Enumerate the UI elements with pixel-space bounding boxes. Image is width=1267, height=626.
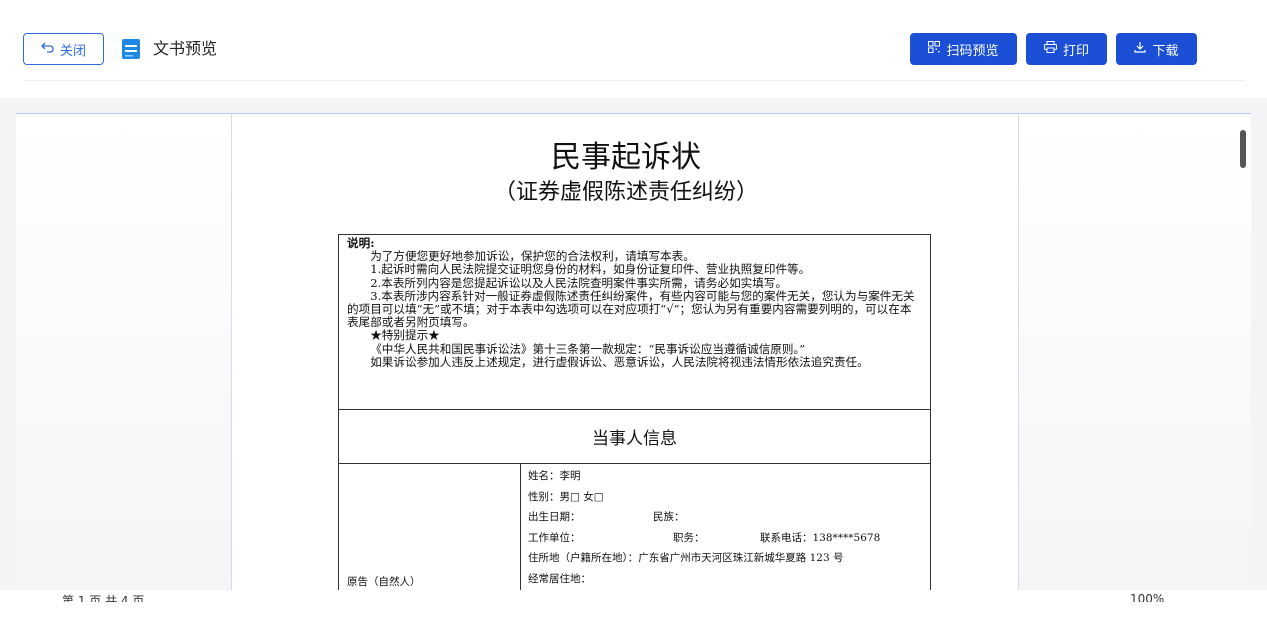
plaintiff-name: 姓名：李明 — [528, 470, 581, 482]
plaintiff-employer: 工作单位： — [528, 531, 581, 544]
close-button-label: 关闭 — [59, 43, 86, 59]
qr-code-icon — [928, 41, 941, 57]
special-notice-heading: ★特别提示★ — [370, 328, 440, 343]
top-toolbar: 关闭 文书预览 扫码预览 打印 下载 — [0, 0, 1267, 98]
vertical-scrollbar-thumb[interactable] — [1240, 130, 1246, 168]
note-line: 《中华人民共和国民事诉讼法》第十三条第一款规定：“民事诉讼应当遵循诚信原则。” — [370, 341, 806, 356]
page-title: 文书预览 — [153, 39, 218, 58]
document-page: 民事起诉状 （证券虚假陈述责任纠纷） 说明: 为了方便您更好地参加诉讼，保护您的… — [231, 114, 1019, 602]
download-label: 下载 — [1152, 43, 1179, 59]
note-line: 1.起诉时需向人民法院提交证明您身份的材料，如身份证复印件、营业执照复印件等。 — [370, 262, 811, 277]
note-line: 2.本表所列内容是您提起诉讼以及人民法院查明案件事实所需，请务必如实填写。 — [370, 275, 788, 290]
party-info-header: 当事人信息 — [338, 410, 931, 464]
plaintiff-domicile: 住所地（户籍所在地）：广东省广州市天河区珠江新城华夏路 123 号 — [528, 552, 844, 564]
plaintiff-birth: 出生日期： — [528, 511, 581, 523]
footer-cover — [0, 602, 1267, 626]
plaintiff-position: 职务： — [673, 531, 705, 544]
download-icon — [1134, 41, 1147, 57]
return-arrow-icon — [41, 42, 54, 57]
plaintiff-gender: 性别：男□ 女□ — [528, 490, 604, 503]
close-button[interactable]: 关闭 — [23, 33, 104, 65]
plaintiff-birth-row: 出生日期： 民族： — [528, 507, 930, 528]
note-line: 3.本表所涉内容系针对一般证券虚假陈述责任纠纷案件，有些内容可能与您的案件无关，… — [347, 288, 915, 330]
plaintiff-phone: 联系电话：138****5678 — [760, 531, 881, 544]
scan-preview-label: 扫码预览 — [946, 43, 999, 59]
plaintiff-label-cell: 原告（自然人） — [339, 464, 521, 602]
plaintiff-table: 原告（自然人） 姓名：李明 性别：男□ 女□ 出生日期： 民族： 工作单位： 职… — [338, 464, 931, 602]
printer-icon — [1043, 41, 1057, 57]
download-button[interactable]: 下载 — [1116, 33, 1197, 65]
note-line: 如果诉讼参加人违反上述规定，进行虚假诉讼、恶意诉讼，人民法院将视违法情形依法追究… — [370, 354, 869, 369]
document-icon — [121, 38, 141, 60]
plaintiff-details-cell: 姓名：李明 性别：男□ 女□ 出生日期： 民族： 工作单位： 职务： 联系电话：… — [521, 464, 930, 602]
document-subtitle: （证券虚假陈述责任纠纷） — [493, 180, 758, 205]
document-title: 民事起诉状 — [551, 140, 701, 175]
instructions-box: 说明: 为了方便您更好地参加诉讼，保护您的合法权利，请填写本表。 1.起诉时需向… — [338, 234, 931, 410]
document-viewer[interactable]: 民事起诉状 （证券虚假陈述责任纠纷） 说明: 为了方便您更好地参加诉讼，保护您的… — [16, 113, 1251, 602]
plaintiff-work-row: 工作单位： 职务： 联系电话：138****5678 — [528, 528, 930, 549]
plaintiff-residence: 经常居住地： — [528, 572, 591, 585]
plaintiff-label: 原告（自然人） — [347, 576, 421, 588]
scan-preview-button[interactable]: 扫码预览 — [910, 33, 1017, 65]
print-button[interactable]: 打印 — [1026, 33, 1107, 65]
plaintiff-ethnicity: 民族： — [653, 511, 685, 523]
print-label: 打印 — [1062, 43, 1089, 59]
